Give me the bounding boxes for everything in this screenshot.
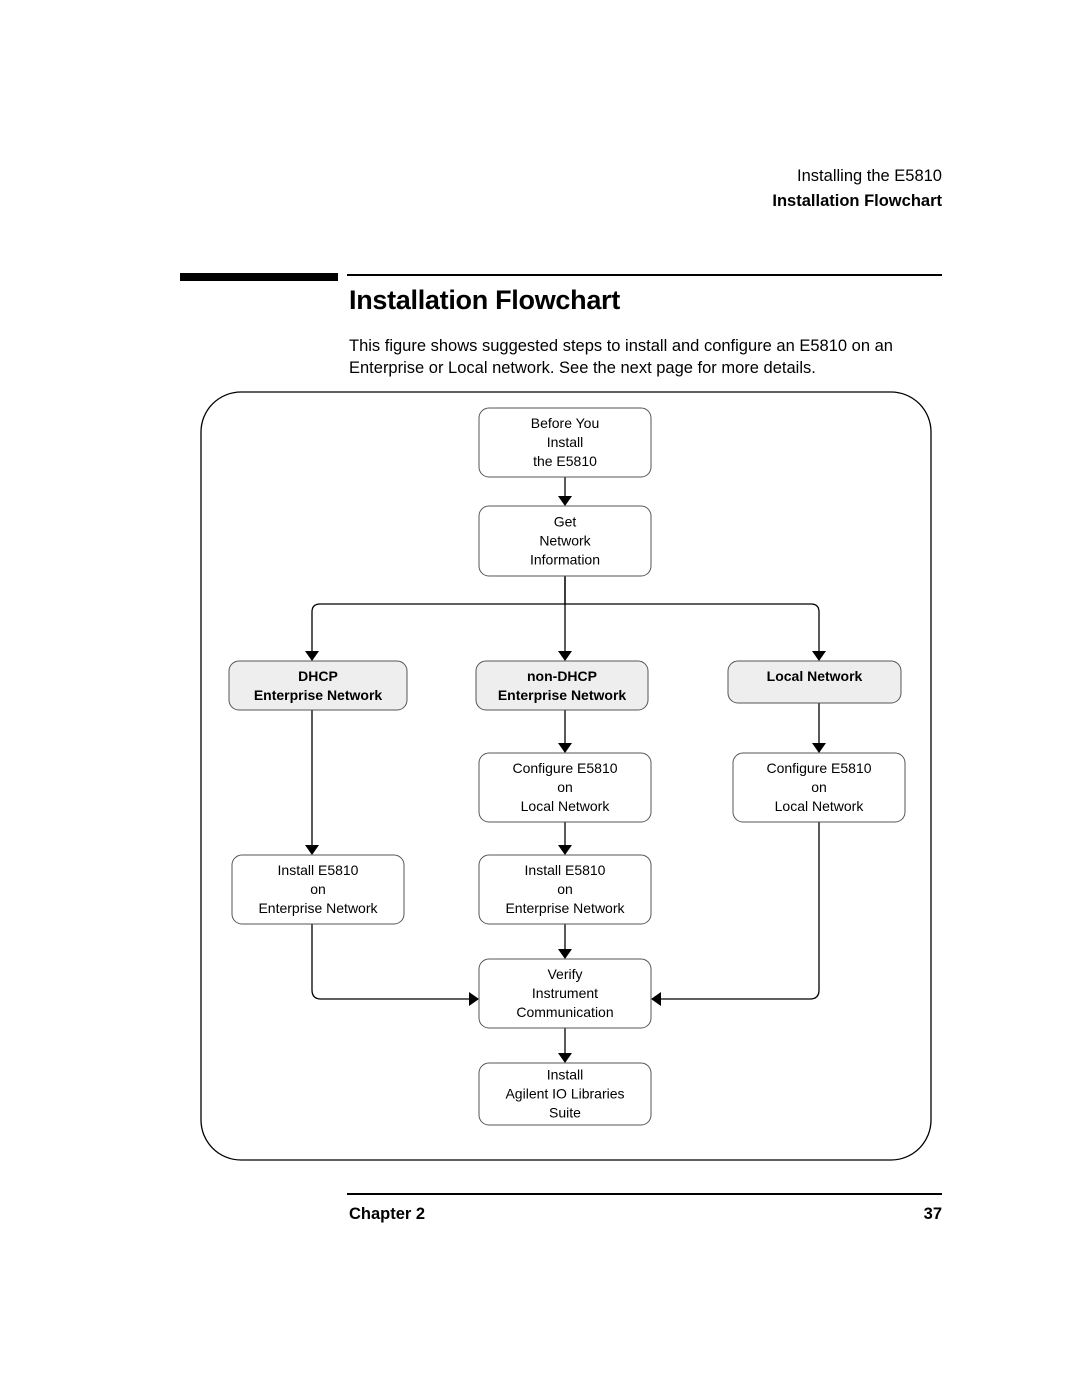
flow-node-configure-local-right: Configure E5810 on Local Network [732,752,906,823]
flow-node-label: Local Network [521,798,611,814]
flow-arrow-get-network-info-to-local-network [565,603,826,661]
flow-node-label: Install [547,434,584,450]
flow-node-label: on [557,881,573,897]
footer-chapter: Chapter 2 [349,1205,426,1223]
flow-node-label: DHCP [298,668,338,684]
flow-node-label: Instrument [532,985,598,1001]
flow-node-label: Information [530,552,600,568]
flow-node-label: Before You [531,415,600,431]
flow-node-label: Local Network [767,668,863,684]
flow-arrow-get-network-info-to-dhcp-enterprise [305,576,566,661]
flow-node-label: Configure E5810 [512,760,617,776]
flow-node-label: Enterprise Network [258,900,378,916]
flow-node-label: Suite [549,1105,581,1121]
flow-node-before-install: Before You Install the E5810 [478,407,652,478]
flow-node-label: Configure E5810 [766,760,871,776]
flow-node-non-dhcp-enterprise: non-DHCP Enterprise Network [475,660,649,711]
flow-node-label: Install [547,1067,584,1083]
flow-node-local-network: Local Network [727,660,902,704]
flow-node-dhcp-enterprise: DHCP Enterprise Network [228,660,408,711]
flow-node-get-network-info: Get Network Information [478,505,652,577]
flow-node-label: on [557,779,573,795]
flow-node-label: Verify [547,966,582,982]
flow-node-label: Agilent IO Libraries [505,1086,624,1102]
flow-node-label: the E5810 [533,453,597,469]
installation-flowchart: Before You Install the E5810 Get Network Info… [200,391,932,1161]
flow-node-verify-communication: Verify Instrument Communication [478,958,652,1029]
flow-node-label: Install E5810 [278,862,359,878]
flow-node-install-enterprise-mid: Install E5810 on Enterprise Network [478,854,652,925]
flow-node-install-io-libraries: Install Agilent IO Libraries Suite [478,1062,652,1126]
page-number: 37 [923,1205,942,1223]
flow-node-install-enterprise-left: Install E5810 on Enterprise Network [231,854,405,925]
flow-node-label: Enterprise Network [505,900,625,916]
flow-node-label: Enterprise Network [498,687,627,703]
flow-node-label: Install E5810 [525,862,606,878]
flow-arrow-install-enterprise-left-to-verify-communication [311,924,479,1006]
flow-arrow-configure-local-right-to-verify-communication [651,822,820,1006]
flow-node-configure-local-mid: Configure E5810 on Local Network [478,752,652,823]
flow-node-label: on [310,881,326,897]
flow-node-label: Communication [516,1004,613,1020]
flow-node-label: on [811,779,827,795]
flow-node-label: Local Network [775,798,865,814]
flow-node-label: Enterprise Network [254,687,383,703]
footer-rule [347,1193,942,1195]
flow-node-label: Get [554,514,577,530]
flow-node-label: Network [539,533,591,549]
flow-node-label: non-DHCP [527,668,597,684]
